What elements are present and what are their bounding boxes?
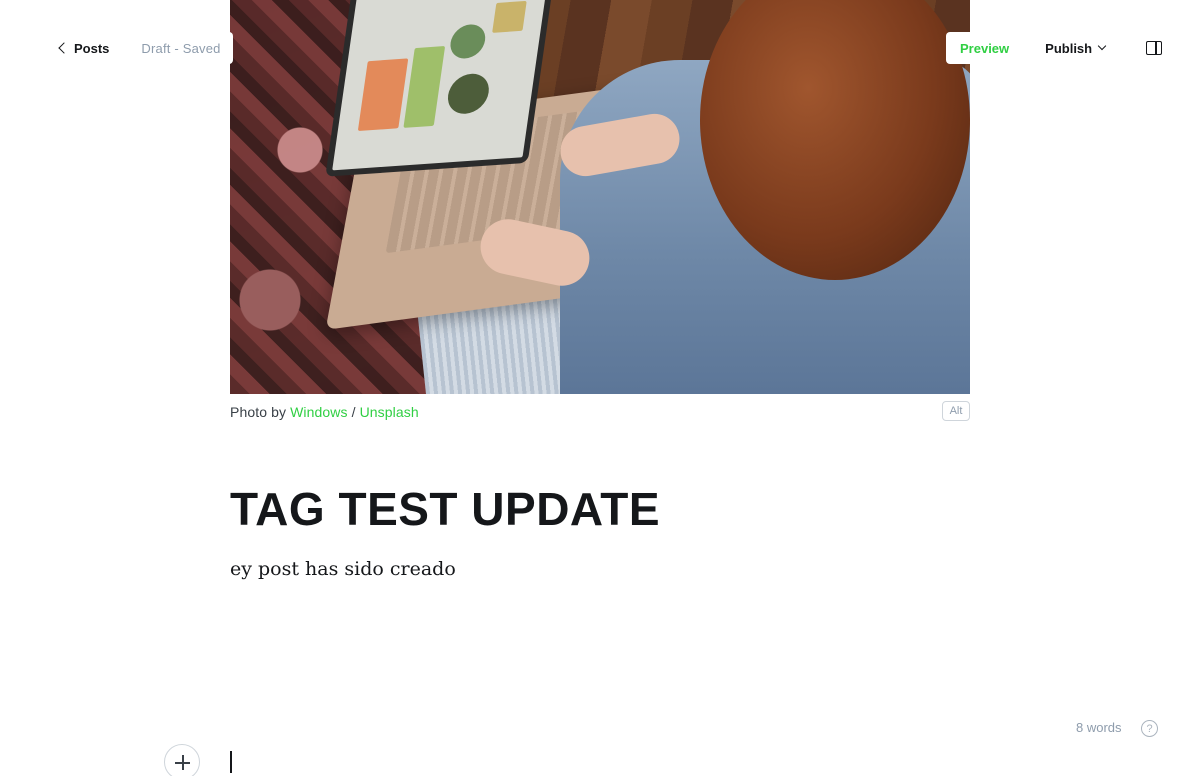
caption-prefix: Photo by [230,404,287,420]
screen-tile [448,23,488,60]
text-cursor [230,751,232,773]
post-status: Draft - Saved [141,40,221,56]
add-card-button[interactable] [164,744,200,776]
screen-tile [445,72,492,116]
post-title[interactable]: TAG TEST UPDATE [230,482,660,536]
alt-text-button[interactable]: Alt [942,401,970,421]
author-link[interactable]: Windows [290,404,348,420]
screen-tile [357,58,409,132]
sidebar-toggle-icon[interactable] [1146,41,1162,55]
unsplash-link[interactable]: Unsplash [360,404,419,420]
question-circle-icon[interactable]: ? [1141,720,1158,737]
post-body-paragraph[interactable]: ey post has sido creado [230,558,456,580]
word-count: 8 words [1076,720,1122,735]
laptop-screen-graphic [325,0,555,177]
feature-image[interactable] [230,0,970,394]
chevron-left-icon [58,42,70,54]
screen-tile [403,46,446,128]
chevron-down-icon [1097,41,1107,51]
screen-tile [492,0,527,33]
topbar-left: Posts Draft - Saved [48,32,233,64]
topbar-right: Preview Publish [946,32,1122,64]
back-to-posts-link[interactable]: Posts [48,41,117,56]
preview-button[interactable]: Preview [946,41,1023,56]
image-caption[interactable]: Photo by Windows / Unsplash [230,404,419,420]
publish-label: Publish [1045,40,1093,56]
back-label: Posts [74,40,110,56]
publish-button[interactable]: Publish [1023,41,1113,56]
editor-page: Posts Draft - Saved Preview Publish Phot… [0,0,1200,776]
caption-separator: / [351,404,356,420]
